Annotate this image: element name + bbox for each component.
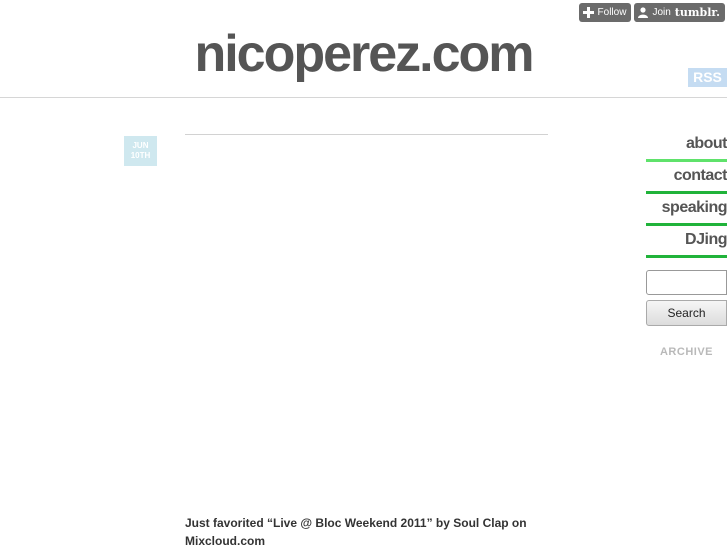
post-date-month: JUN	[132, 141, 149, 150]
search-button[interactable]: Search	[646, 300, 727, 326]
tumblr-controls: Follow Join tumblr.	[578, 3, 725, 22]
nav-item-about[interactable]: about	[646, 130, 727, 162]
nav-item-contact[interactable]: contact	[646, 162, 727, 194]
tumblr-logo: tumblr.	[674, 6, 720, 19]
join-tumblr-button[interactable]: Join tumblr.	[634, 3, 725, 22]
header-divider	[0, 97, 727, 98]
nav-item-djing[interactable]: DJing	[646, 226, 727, 258]
follow-button[interactable]: Follow	[578, 3, 632, 22]
post-date-badge: JUN 10TH	[124, 136, 157, 166]
sidebar-nav: about contact speaking DJing	[646, 130, 727, 258]
site-title[interactable]: nicoperez.com	[0, 24, 727, 84]
person-icon	[638, 7, 649, 18]
join-label: Join	[652, 7, 671, 18]
follow-label: Follow	[597, 7, 627, 18]
rss-button[interactable]: RSS	[688, 68, 727, 87]
post-date-day: 10TH	[130, 151, 151, 160]
archive-link[interactable]: ARCHIVE	[646, 346, 727, 358]
plus-icon	[582, 7, 594, 18]
nav-item-speaking[interactable]: speaking	[646, 194, 727, 226]
search-input[interactable]	[646, 270, 727, 295]
post-divider	[185, 134, 548, 135]
